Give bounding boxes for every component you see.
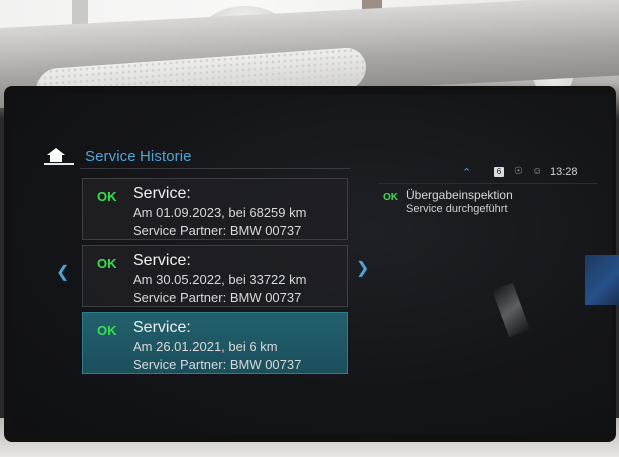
chevron-up-icon[interactable]: ⌃ [462,166,471,179]
service-partner: Service Partner: BMW 00737 [133,223,302,238]
service-title: Service: [133,185,191,202]
page-title: Service Historie [85,148,192,165]
service-entry-selected[interactable]: OK Service: Am 26.01.2021, bei 6 km Serv… [82,312,348,374]
service-date-mileage: Am 01.09.2023, bei 68259 km [133,205,307,220]
clock: 13:28 [550,166,578,178]
chevron-left-icon[interactable]: ❮ [56,262,69,282]
home-underline [44,163,74,165]
service-history-list: OK Service: Am 01.09.2023, bei 68259 km … [82,178,350,380]
status-badge: OK [97,256,117,271]
notification-badge: 6 [494,167,504,177]
detail-subtitle: Service durchgeführt [406,203,508,215]
map-preview [585,255,619,305]
detail-divider [378,183,598,184]
service-partner: Service Partner: BMW 00737 [133,357,302,372]
service-entry[interactable]: OK Service: Am 30.05.2022, bei 33722 km … [82,245,348,307]
chevron-right-icon[interactable]: ❯ [356,258,369,278]
home-icon[interactable] [47,148,65,162]
detail-title: Übergabeinspektion [406,188,513,202]
detail-status-badge: OK [383,192,398,203]
speaker-icon: ☉ [514,166,523,177]
service-date-mileage: Am 30.05.2022, bei 33722 km [133,272,307,287]
service-title: Service: [133,319,191,336]
service-partner: Service Partner: BMW 00737 [133,290,302,305]
title-underline [80,168,350,169]
service-title: Service: [133,252,191,269]
service-date-mileage: Am 26.01.2021, bei 6 km [133,339,278,354]
status-badge: OK [97,323,117,338]
status-badge: OK [97,189,117,204]
user-icon: ☺ [532,166,543,177]
service-entry[interactable]: OK Service: Am 01.09.2023, bei 68259 km … [82,178,348,240]
